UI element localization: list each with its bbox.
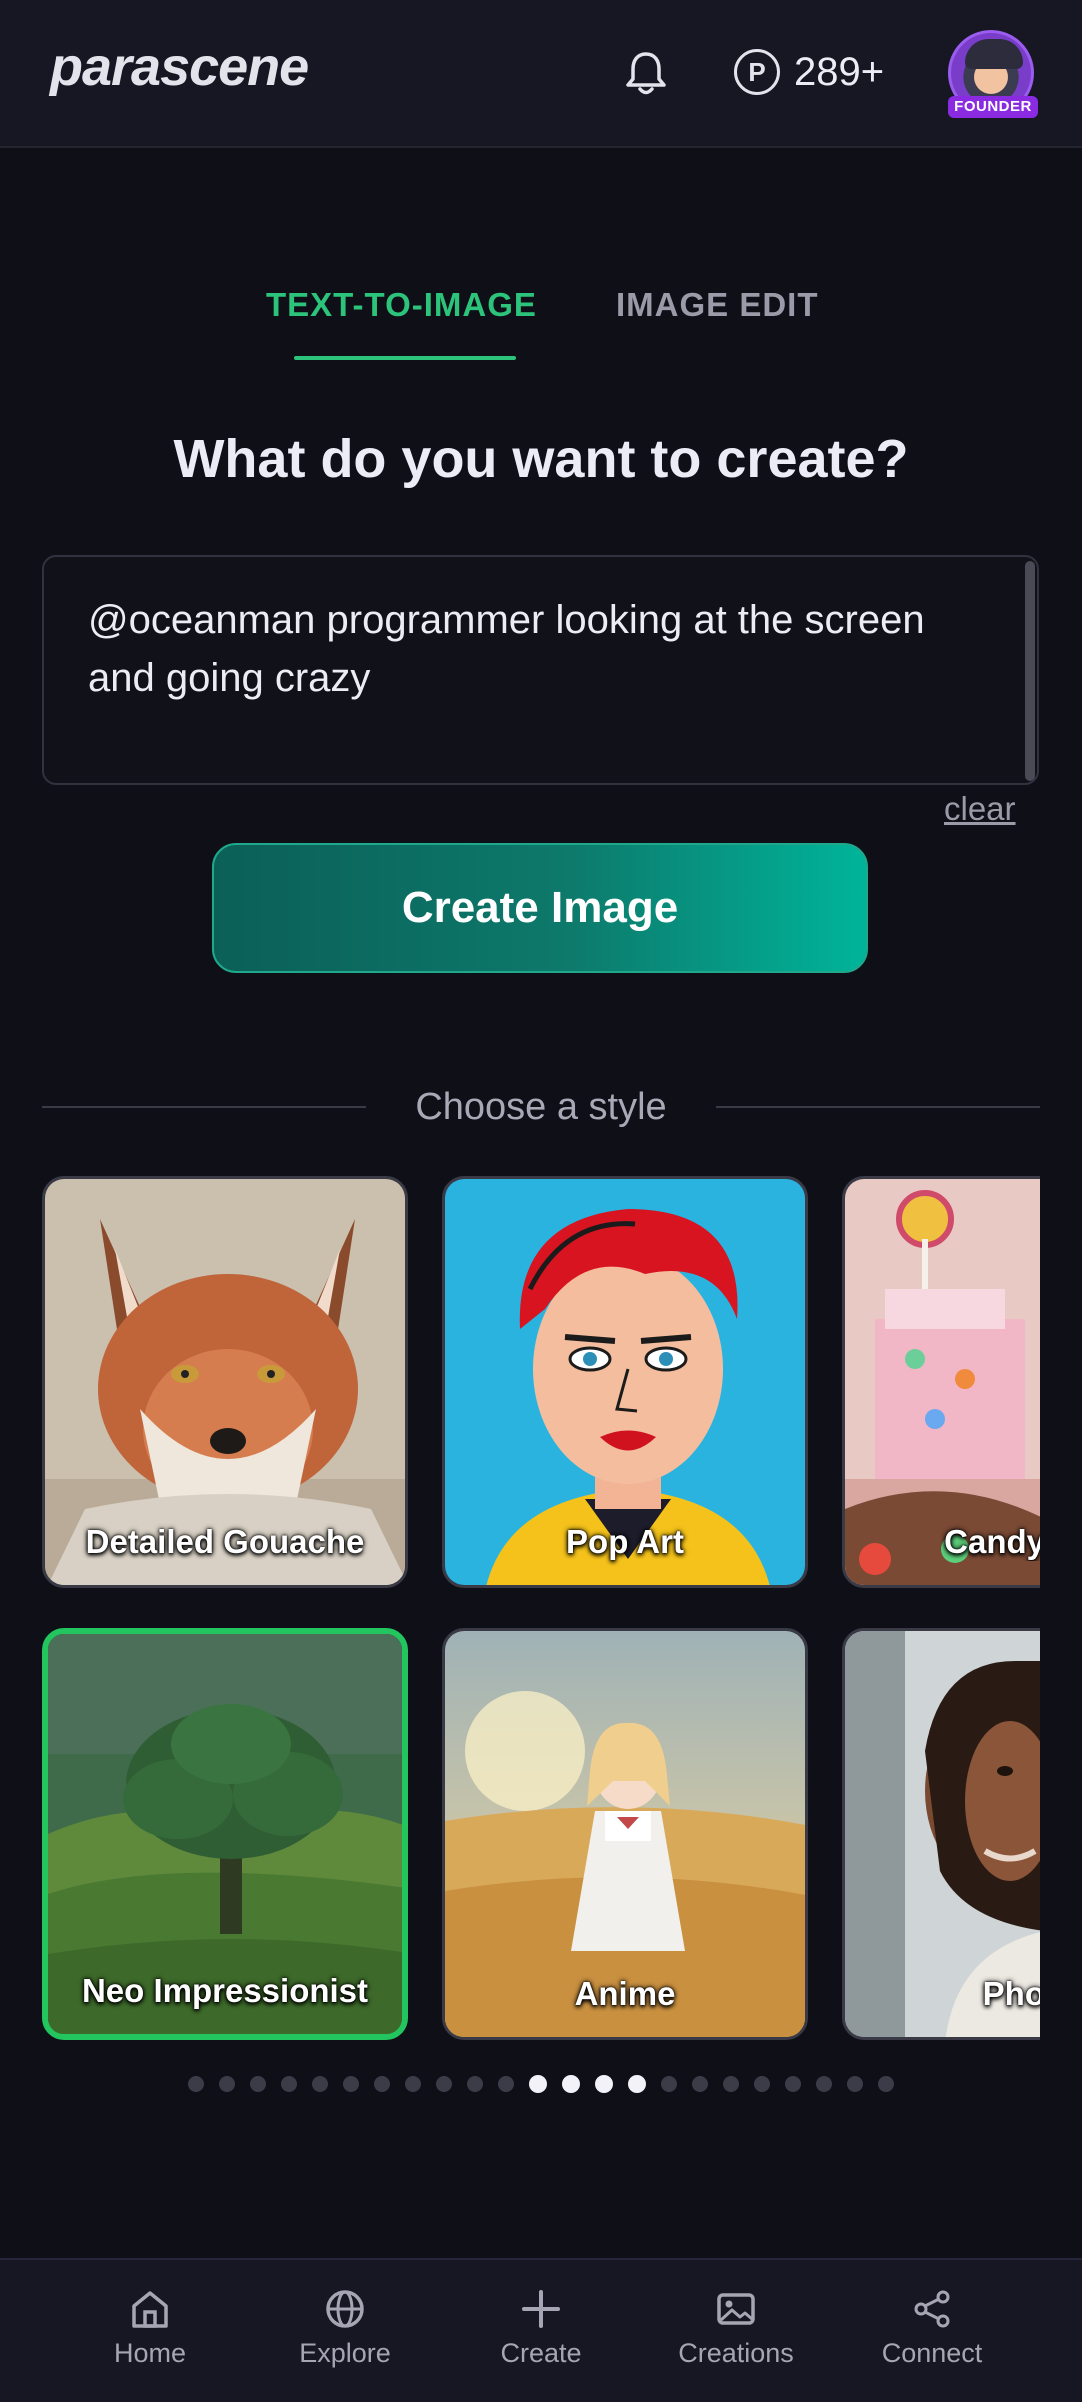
- prompt-scrollbar[interactable]: [1025, 561, 1035, 781]
- pagination-dot[interactable]: [281, 2076, 297, 2092]
- pagination-dot[interactable]: [312, 2076, 328, 2092]
- top-header: parascene P 289+ FOUNDER: [0, 0, 1082, 148]
- pagination-dot[interactable]: [188, 2076, 204, 2092]
- nav-item-create[interactable]: Create: [441, 2288, 641, 2369]
- page-title: What do you want to create?: [173, 429, 909, 489]
- user-avatar-button[interactable]: FOUNDER: [948, 30, 1038, 120]
- pagination-dot[interactable]: [595, 2075, 613, 2093]
- style-card-label: Anime: [574, 1975, 676, 2012]
- bottom-navigation: Home Explore Create Creations Connect: [0, 2258, 1082, 2402]
- nav-label: Explore: [299, 2338, 391, 2368]
- active-tab-indicator: [294, 356, 516, 360]
- pagination-dot[interactable]: [628, 2075, 646, 2093]
- style-card-detailed-gouache[interactable]: Detailed Gouache: [42, 1176, 408, 1588]
- pagination-dot[interactable]: [847, 2076, 863, 2092]
- founder-badge: FOUNDER: [948, 96, 1038, 118]
- pagination-dot[interactable]: [562, 2075, 580, 2093]
- style-card-photo[interactable]: Pho: [842, 1628, 1040, 2040]
- nav-item-home[interactable]: Home: [50, 2288, 250, 2369]
- style-card-label: Neo Impressionist: [81, 1972, 369, 2009]
- pagination-dot[interactable]: [250, 2076, 266, 2092]
- create-image-button[interactable]: Create Image: [212, 843, 868, 973]
- pagination-dot[interactable]: [816, 2076, 832, 2092]
- pagination-dot[interactable]: [374, 2076, 390, 2092]
- home-icon: [132, 2291, 168, 2328]
- pagination-dot[interactable]: [785, 2076, 801, 2092]
- style-carousel[interactable]: Detailed Gouache Pop Art Candy Neo Impre…: [42, 1176, 1040, 2046]
- pagination-dot[interactable]: [692, 2076, 708, 2092]
- mode-tabs: TEXT-TO-IMAGE IMAGE EDIT: [0, 280, 1082, 360]
- nav-label: Home: [113, 2338, 187, 2368]
- style-card-anime[interactable]: Anime: [442, 1628, 808, 2040]
- clear-link[interactable]: clear: [944, 790, 1016, 828]
- nav-label: Create: [500, 2338, 582, 2368]
- style-card-label: Pop Art: [566, 1523, 684, 1560]
- style-section-header: Choose a style: [0, 1080, 1082, 1134]
- credits-icon: P: [734, 49, 780, 95]
- nav-item-connect[interactable]: Connect: [832, 2288, 1032, 2369]
- app-screen: parascene P 289+ FOUNDER TEXT-TO-IMAGE I…: [0, 0, 1082, 2402]
- bell-icon[interactable]: [622, 48, 670, 98]
- tab-text-to-image[interactable]: TEXT-TO-IMAGE: [266, 280, 537, 330]
- style-card-label: Pho: [982, 1975, 1040, 2012]
- pagination-dot[interactable]: [754, 2076, 770, 2092]
- style-card-candy[interactable]: Candy: [842, 1176, 1040, 1588]
- nav-label: Creations: [678, 2338, 794, 2368]
- credits-count: 289+: [794, 49, 885, 94]
- style-card-pop-art[interactable]: Pop Art: [442, 1176, 808, 1588]
- pagination-dot[interactable]: [467, 2076, 483, 2092]
- style-card-neo-impressionist[interactable]: Neo Impressionist: [42, 1628, 408, 2040]
- style-section-label: Choose a style: [415, 1086, 667, 1128]
- nav-item-creations[interactable]: Creations: [636, 2288, 836, 2369]
- globe-icon: [326, 2290, 364, 2328]
- tab-image-edit[interactable]: IMAGE EDIT: [616, 280, 819, 330]
- prompt-textarea[interactable]: @oceanman programmer looking at the scre…: [42, 555, 1039, 785]
- pagination-dot[interactable]: [498, 2076, 514, 2092]
- style-card-label: Candy: [944, 1523, 1040, 1560]
- pagination-dot[interactable]: [436, 2076, 452, 2092]
- pagination-dot[interactable]: [219, 2076, 235, 2092]
- share-icon: [914, 2290, 950, 2328]
- credits-display[interactable]: P 289+: [734, 45, 884, 99]
- pagination-dot[interactable]: [723, 2076, 739, 2092]
- pagination-dot[interactable]: [661, 2076, 677, 2092]
- prompt-text: @oceanman programmer looking at the scre…: [88, 598, 925, 700]
- nav-label: Connect: [881, 2338, 983, 2368]
- pagination-dot[interactable]: [529, 2075, 547, 2093]
- pagination-dot[interactable]: [343, 2076, 359, 2092]
- carousel-pagination: [0, 2075, 1082, 2096]
- style-card-label: Detailed Gouache: [85, 1523, 365, 1560]
- pagination-dot[interactable]: [878, 2076, 894, 2092]
- pagination-dot[interactable]: [405, 2076, 421, 2092]
- app-logo[interactable]: parascene: [50, 36, 309, 98]
- plus-icon: [522, 2290, 560, 2328]
- image-icon: [717, 2293, 755, 2325]
- nav-item-explore[interactable]: Explore: [245, 2288, 445, 2369]
